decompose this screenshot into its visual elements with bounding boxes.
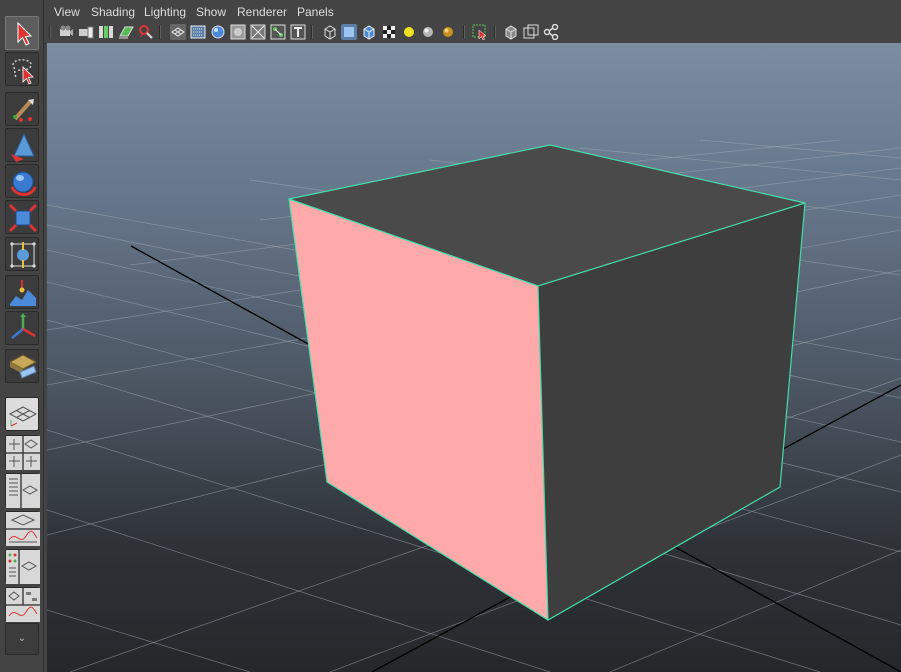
menu-view[interactable]: View	[54, 4, 80, 20]
lasso-tool-button[interactable]	[5, 52, 39, 86]
grid-icon	[170, 24, 186, 40]
all-lights-button[interactable]	[420, 24, 436, 40]
field-chart-icon	[250, 24, 266, 40]
toolbox: ⌄	[0, 0, 44, 672]
perspective-graph-hypergraph-layout-icon	[6, 588, 40, 622]
toolbar-separator	[494, 25, 496, 39]
hypershade-perspective-layout-button[interactable]	[5, 549, 40, 584]
single-perspective-view-icon	[8, 406, 38, 427]
hypershade-perspective-layout-icon	[6, 550, 40, 584]
select-tool-icon	[17, 21, 33, 46]
perspective-viewport[interactable]	[47, 43, 901, 672]
maya-application: ⌄ View Shading Lighting Show Renderer Pa…	[0, 0, 901, 672]
perspective-outliner-layout-icon	[6, 474, 40, 508]
selected-cube[interactable]	[288, 144, 806, 621]
resolution-gate-icon	[211, 25, 225, 39]
smooth-shade-icon	[341, 24, 357, 40]
2d-pan-zoom-button[interactable]	[138, 24, 154, 40]
move-tool-icon	[11, 132, 35, 162]
panel-toolbar	[44, 22, 901, 44]
universal-manipulator-icon	[10, 242, 36, 268]
select-camera-icon	[60, 25, 73, 36]
menu-show[interactable]: Show	[196, 4, 226, 20]
isolate-select-button[interactable]	[472, 24, 488, 40]
shadows-icon	[443, 27, 453, 37]
panel-menu-bar: View Shading Lighting Show Renderer Pane…	[44, 0, 901, 22]
menu-renderer[interactable]: Renderer	[237, 4, 287, 20]
xray-joints-icon	[543, 24, 559, 40]
gate-mask-button[interactable]	[230, 24, 246, 40]
last-tool-used-button[interactable]	[5, 349, 39, 383]
four-view-layout-icon	[6, 436, 40, 470]
wireframe-icon	[324, 25, 336, 40]
camera-attributes-icon	[79, 26, 94, 39]
rotate-tool-button[interactable]	[5, 164, 39, 198]
textured-icon	[383, 26, 395, 38]
isolate-select-icon	[472, 24, 487, 40]
safe-action-button[interactable]	[270, 24, 286, 40]
field-chart-button[interactable]	[250, 24, 266, 40]
grid-button[interactable]	[170, 24, 186, 40]
perspective-graph-layout-button[interactable]	[5, 511, 40, 546]
xray-joints-button[interactable]	[543, 24, 559, 40]
xray-icon	[505, 25, 517, 40]
viewport-scene	[47, 139, 901, 672]
safe-action-icon	[270, 24, 286, 40]
toolbar-separator	[159, 25, 161, 39]
perspective-graph-layout-icon	[6, 512, 40, 546]
bookmarks-button[interactable]	[98, 24, 114, 40]
resolution-gate-button[interactable]	[210, 24, 226, 40]
menu-shading[interactable]: Shading	[91, 4, 135, 20]
show-manipulator-button[interactable]	[5, 311, 39, 345]
textured-button[interactable]	[381, 24, 397, 40]
film-gate-icon	[190, 25, 206, 39]
shadows-button[interactable]	[440, 24, 456, 40]
scale-tool-icon	[8, 203, 38, 233]
perspective-graph-hypergraph-layout-button[interactable]	[5, 587, 40, 622]
menu-panels[interactable]: Panels	[297, 4, 334, 20]
safe-title-icon	[290, 24, 306, 40]
xray-button[interactable]	[503, 24, 519, 40]
scale-tool-button[interactable]	[5, 200, 39, 234]
toolbar-separator	[463, 25, 465, 39]
all-lights-icon	[423, 27, 433, 37]
xray-active-components-button[interactable]	[523, 24, 539, 40]
2d-pan-zoom-icon	[139, 25, 153, 39]
image-plane-icon	[119, 26, 134, 39]
select-tool-button[interactable]	[5, 16, 39, 50]
use-default-light-icon	[404, 27, 414, 37]
toolbox-expand-button[interactable]: ⌄	[5, 623, 39, 655]
wireframe-on-shaded-icon	[363, 25, 375, 40]
camera-attributes-button[interactable]	[78, 24, 94, 40]
four-view-layout-button[interactable]	[5, 435, 40, 470]
paint-select-tool-icon	[13, 99, 34, 122]
smooth-shade-button[interactable]	[341, 24, 357, 40]
wireframe-button[interactable]	[322, 24, 338, 40]
toolbar-separator	[49, 25, 51, 39]
last-tool-used-icon	[8, 354, 38, 379]
bookmarks-icon	[99, 26, 113, 38]
move-tool-button[interactable]	[5, 128, 39, 162]
paint-select-tool-button[interactable]	[5, 92, 39, 126]
rotate-tool-icon	[10, 171, 37, 196]
toolbar-separator	[311, 25, 313, 39]
soft-modification-icon	[10, 280, 36, 306]
soft-modification-button[interactable]	[5, 275, 39, 309]
single-perspective-view-button[interactable]	[5, 397, 39, 431]
film-gate-button[interactable]	[190, 24, 206, 40]
lasso-tool-icon	[12, 59, 34, 85]
perspective-outliner-layout-button[interactable]	[5, 473, 40, 508]
use-default-light-button[interactable]	[401, 24, 417, 40]
image-plane-button[interactable]	[118, 24, 134, 40]
chevron-down-icon: ⌄	[17, 633, 27, 644]
select-camera-button[interactable]	[58, 24, 74, 40]
menu-lighting[interactable]: Lighting	[144, 4, 186, 20]
show-manipulator-icon	[11, 313, 36, 339]
universal-manipulator-button[interactable]	[5, 237, 39, 271]
wireframe-on-shaded-button[interactable]	[361, 24, 377, 40]
gate-mask-icon	[230, 24, 246, 40]
safe-title-button[interactable]	[290, 24, 306, 40]
xray-active-components-icon	[523, 24, 539, 39]
